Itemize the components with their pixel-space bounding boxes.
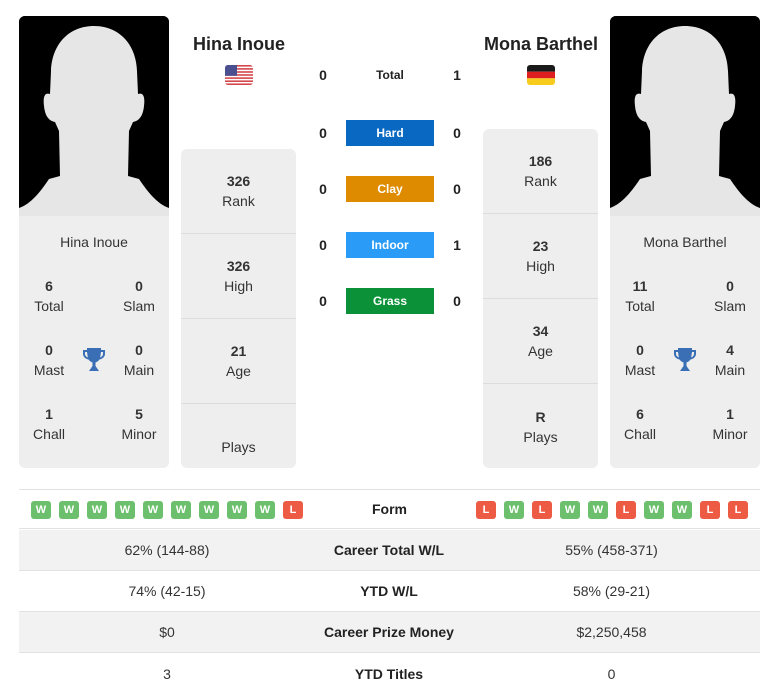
h2h-row-indoor: 0 Indoor 1 (300, 232, 480, 258)
form-win-badge[interactable]: W (672, 501, 692, 519)
h2h-left-score: 0 (319, 237, 327, 253)
form-loss-badge[interactable]: L (728, 501, 748, 519)
player2-titles-mast: 0 Mast (624, 342, 656, 378)
form-loss-badge[interactable]: L (532, 501, 552, 519)
player1-titles-mast: 0 Mast (33, 342, 65, 378)
player2-photo (610, 16, 760, 216)
player1-age: 21 Age (181, 319, 296, 404)
player1-rank-box: 326 Rank 326 High 21 Age Plays (181, 149, 296, 468)
player1-photo (19, 16, 169, 216)
player2-stat-value: 58% (29-21) (572, 583, 651, 599)
player1-form: WWWWWWWWWL (31, 501, 303, 519)
player1-stat-value: 62% (144-88) (124, 542, 210, 558)
form-win-badge[interactable]: W (171, 501, 191, 519)
player2-stat-value: $2,250,458 (576, 624, 647, 640)
surface-label-hard: Hard (346, 120, 434, 146)
stat-label: Career Total W/L (333, 542, 445, 558)
h2h-left-score: 0 (319, 125, 327, 141)
comparison-stats-table: 62% (144-88) Career Total W/L 55% (458-371… (19, 530, 760, 694)
form-win-badge[interactable]: W (504, 501, 524, 519)
player1-titles-minor: 5 Minor (121, 406, 157, 442)
player2-titles-chall: 6 Chall (624, 406, 656, 442)
player2-titles-card: Mona Barthel 11 Total 0 Slam 0 Mast 4 Main 6… (610, 216, 760, 468)
player1-titles-card: Hina Inoue 6 Total 0 Slam 0 Mast 0 Main 1 Cha… (19, 216, 169, 468)
player1-name-link[interactable]: Hina Inoue (164, 34, 314, 55)
player-silhouette-icon (19, 16, 169, 216)
h2h-right-score: 1 (453, 67, 461, 83)
player2-rank-box: 186 Rank 23 High 34 Age R Plays (483, 129, 598, 468)
player1-stat-value: 3 (163, 665, 171, 682)
h2h-row-clay: 0 Clay 0 (300, 176, 480, 202)
h2h-left-score: 0 (319, 181, 327, 197)
player1-titles-total: 6 Total (34, 278, 64, 314)
form-win-badge[interactable]: W (199, 501, 219, 519)
trophy-icon (83, 348, 105, 371)
form-win-badge[interactable]: W (644, 501, 664, 519)
germany-flag-icon (527, 65, 555, 85)
player1-titles-main: 0 Main (123, 342, 155, 378)
form-win-badge[interactable]: W (143, 501, 163, 519)
player1-card-name: Hina Inoue (60, 234, 128, 250)
form-win-badge[interactable]: W (59, 501, 79, 519)
h2h-left-score: 0 (319, 67, 327, 83)
form-win-badge[interactable]: W (560, 501, 580, 519)
player2-form: LWLWWLWWLL (476, 501, 748, 519)
player1-stat-value: 74% (42-15) (128, 583, 206, 599)
stats-row: 74% (42-15) YTD W/L 58% (29-21) (19, 571, 760, 612)
player1-titles-slam: 0 Slam (123, 278, 155, 314)
form-win-badge[interactable]: W (588, 501, 608, 519)
h2h-left-score: 0 (319, 293, 327, 309)
form-win-badge[interactable]: W (31, 501, 51, 519)
h2h-right-score: 1 (453, 237, 461, 253)
player2-stat-value: 0 (607, 665, 616, 682)
form-loss-badge[interactable]: L (476, 501, 496, 519)
player2-age: 34 Age (483, 299, 598, 384)
player2-rank: 186 Rank (483, 129, 598, 214)
stat-label: YTD Titles (354, 665, 424, 682)
surface-label-total: Total (376, 68, 404, 82)
player2-titles-total: 11 Total (625, 278, 655, 314)
player1-header: Hina Inoue (164, 34, 314, 90)
surface-label-grass: Grass (346, 288, 434, 314)
form-row: WWWWWWWWWL Form LWLWWLWWLL (19, 489, 760, 529)
player1-plays: Plays (221, 438, 256, 455)
form-win-badge[interactable]: W (115, 501, 135, 519)
h2h-row-hard: 0 Hard 0 (300, 120, 480, 146)
h2h-right-score: 0 (453, 181, 461, 197)
player1-stat-value: $0 (159, 624, 175, 640)
player1-titles-chall: 1 Chall (33, 406, 65, 442)
player1-rank: 326 Rank (181, 149, 296, 234)
form-win-badge[interactable]: W (87, 501, 107, 519)
player2-header: Mona Barthel (466, 34, 616, 90)
stats-row: $0 Career Prize Money $2,250,458 (19, 612, 760, 653)
trophy-icon (674, 348, 696, 371)
usa-flag-icon (225, 65, 253, 85)
form-win-badge[interactable]: W (255, 501, 275, 519)
player2-name-link[interactable]: Mona Barthel (466, 34, 616, 55)
stats-row: 62% (144-88) Career Total W/L 55% (458-371… (19, 530, 760, 571)
stat-label: YTD W/L (360, 583, 418, 599)
surface-label-clay: Clay (346, 176, 434, 202)
player-silhouette-icon (610, 16, 760, 216)
player2-stat-value: 55% (458-371) (565, 542, 658, 558)
player2-high: 23 High (483, 214, 598, 299)
form-loss-badge[interactable]: L (283, 501, 303, 519)
form-loss-badge[interactable]: L (616, 501, 636, 519)
player2-plays: R Plays (523, 408, 558, 445)
player2-titles-slam: 0 Slam (714, 278, 746, 314)
surface-label-indoor: Indoor (346, 232, 434, 258)
player2-titles-minor: 1 Minor (712, 406, 748, 442)
player1-high: 326 High (181, 234, 296, 319)
form-loss-badge[interactable]: L (700, 501, 720, 519)
form-win-badge[interactable]: W (227, 501, 247, 519)
h2h-right-score: 0 (453, 293, 461, 309)
player2-titles-main: 4 Main (714, 342, 746, 378)
h2h-right-score: 0 (453, 125, 461, 141)
h2h-row-grass: 0 Grass 0 (300, 288, 480, 314)
h2h-row-total: 0 Total 1 (300, 62, 480, 88)
stat-label: Career Prize Money (324, 624, 454, 640)
stats-row: 3 YTD Titles 0 (19, 653, 760, 694)
player2-card-name: Mona Barthel (643, 234, 727, 250)
